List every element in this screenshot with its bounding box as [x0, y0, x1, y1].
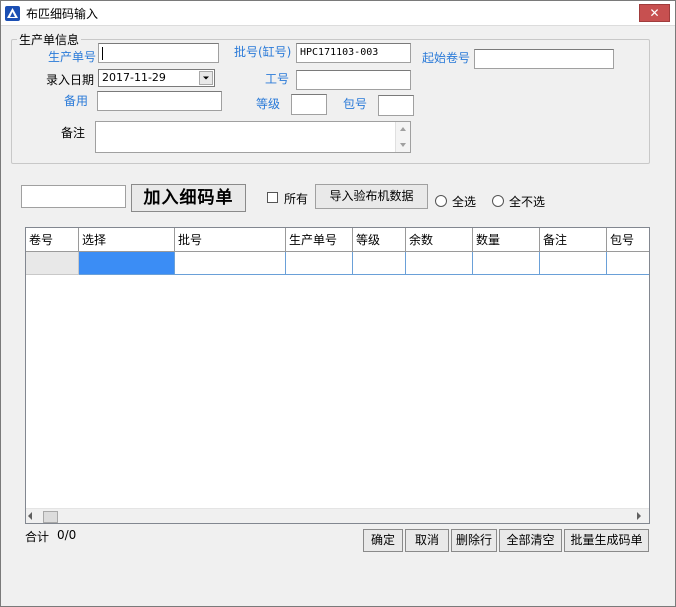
production-order-field[interactable]	[98, 43, 219, 63]
row-quantity-cell[interactable]	[473, 252, 540, 275]
close-button[interactable]: ✕	[639, 4, 670, 22]
column-header-package-no[interactable]: 包号	[607, 228, 649, 252]
scroll-up-icon[interactable]	[400, 127, 406, 131]
start-roll-label: 起始卷号	[422, 51, 471, 65]
row-package-no-cell[interactable]	[607, 252, 649, 275]
code-input[interactable]	[21, 185, 126, 208]
column-header-grade[interactable]: 等级	[353, 228, 406, 252]
column-header-roll-no[interactable]: 卷号	[26, 228, 79, 252]
column-header-production-order[interactable]: 生产单号	[286, 228, 353, 252]
grade-label: 等级	[256, 97, 281, 111]
entry-date-picker[interactable]: 2017-11-29	[98, 69, 215, 87]
add-to-detail-button[interactable]: 加入细码单	[131, 184, 246, 212]
scroll-left-icon[interactable]	[28, 512, 32, 520]
all-checkbox[interactable]	[267, 192, 278, 203]
row-select-cell[interactable]	[79, 252, 175, 275]
row-grade-cell[interactable]	[353, 252, 406, 275]
column-header-remainder[interactable]: 余数	[406, 228, 473, 252]
spare-field[interactable]	[97, 91, 222, 111]
all-checkbox-label: 所有	[284, 192, 309, 206]
grade-field[interactable]	[291, 94, 327, 115]
remarks-scrollbar[interactable]	[395, 122, 410, 152]
import-inspection-data-button[interactable]: 导入验布机数据	[315, 184, 428, 209]
column-header-batch-no[interactable]: 批号	[175, 228, 286, 252]
clear-all-button[interactable]: 全部清空	[499, 529, 562, 552]
batch-no-label: 批号(缸号)	[234, 45, 292, 59]
select-all-label: 全选	[452, 195, 477, 209]
column-header-remarks[interactable]: 备注	[540, 228, 607, 252]
cancel-button[interactable]: 取消	[405, 529, 449, 552]
title-bar: 布匹细码输入 ✕	[0, 0, 676, 26]
app-icon	[5, 6, 20, 21]
package-no-label: 包号	[343, 97, 368, 111]
select-all-radio[interactable]	[435, 195, 447, 207]
entry-date-label: 录入日期	[46, 73, 95, 87]
remarks-textarea[interactable]	[95, 121, 411, 153]
total-label: 合计	[25, 530, 50, 544]
select-none-label: 全不选	[509, 195, 546, 209]
window-title: 布匹细码输入	[26, 7, 99, 21]
batch-generate-button[interactable]: 批量生成码单	[564, 529, 649, 552]
delete-row-button[interactable]: 删除行	[451, 529, 497, 552]
scroll-down-icon[interactable]	[400, 143, 406, 147]
detail-grid[interactable]: 卷号 选择 批号 生产单号 等级 余数 数量 备注 包号	[25, 227, 650, 524]
total-value: 0/0	[57, 528, 77, 542]
scroll-right-icon[interactable]	[637, 512, 641, 520]
select-none-radio[interactable]	[492, 195, 504, 207]
row-production-order-cell[interactable]	[286, 252, 353, 275]
grid-header: 卷号 选择 批号 生产单号 等级 余数 数量 备注 包号	[26, 228, 649, 252]
production-order-label: 生产单号	[48, 50, 97, 64]
spare-label: 备用	[64, 94, 89, 108]
row-remarks-cell[interactable]	[540, 252, 607, 275]
row-batch-no-cell[interactable]	[175, 252, 286, 275]
batch-no-field[interactable]: HPC171103-003	[296, 43, 411, 63]
batch-no-value: HPC171103-003	[300, 47, 379, 58]
remarks-label: 备注	[61, 126, 86, 140]
package-no-field[interactable]	[378, 95, 414, 116]
work-no-label: 工号	[265, 72, 290, 86]
row-remainder-cell[interactable]	[406, 252, 473, 275]
group-title: 生产单信息	[17, 31, 82, 48]
row-roll-no-cell[interactable]	[26, 252, 79, 275]
text-cursor	[102, 47, 103, 60]
column-header-quantity[interactable]: 数量	[473, 228, 540, 252]
horizontal-scrollbar[interactable]	[26, 508, 649, 523]
entry-date-value: 2017-11-29	[102, 71, 166, 84]
chevron-down-icon[interactable]	[199, 71, 213, 85]
scrollbar-thumb[interactable]	[43, 511, 58, 523]
work-no-field[interactable]	[296, 70, 411, 90]
column-header-select[interactable]: 选择	[79, 228, 175, 252]
start-roll-field[interactable]	[474, 49, 614, 69]
confirm-button[interactable]: 确定	[363, 529, 403, 552]
